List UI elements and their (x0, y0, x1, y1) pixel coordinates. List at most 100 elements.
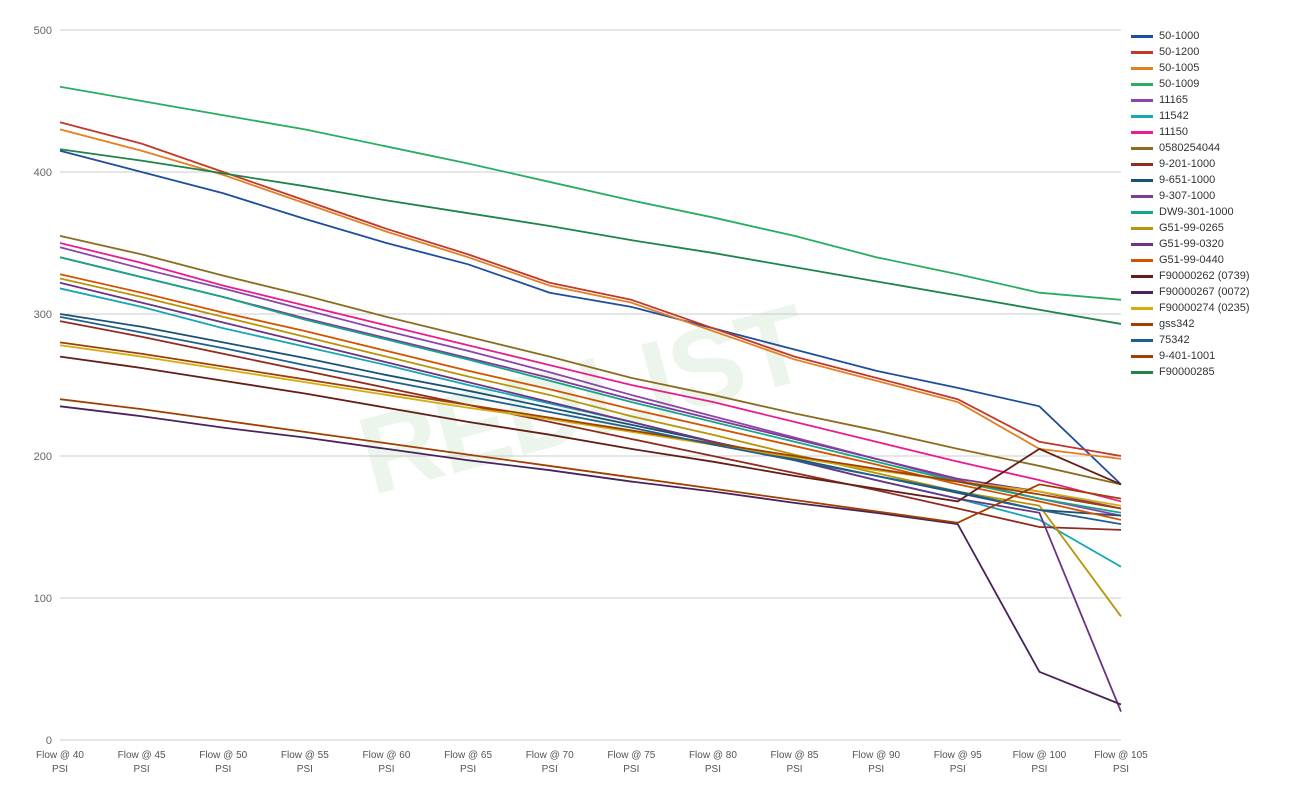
legend-label: F90000262 (0739) (1159, 270, 1250, 282)
legend-label: 50-1009 (1159, 78, 1199, 90)
legend-item: G51-99-0265 (1131, 222, 1286, 234)
legend-color (1131, 179, 1153, 182)
legend-color (1131, 243, 1153, 246)
svg-text:Flow @ 75: Flow @ 75 (607, 750, 655, 761)
svg-text:100: 100 (34, 593, 52, 605)
legend-item: 9-401-1001 (1131, 350, 1286, 362)
legend-label: F90000267 (0072) (1159, 286, 1250, 298)
svg-text:400: 400 (34, 167, 52, 179)
legend-color (1131, 259, 1153, 262)
legend-item: 9-201-1000 (1131, 158, 1286, 170)
svg-text:Flow @ 55: Flow @ 55 (281, 750, 329, 761)
legend-item: F90000274 (0235) (1131, 302, 1286, 314)
legend-label: 11150 (1159, 126, 1188, 138)
svg-text:300: 300 (34, 309, 52, 321)
legend-label: 50-1000 (1159, 30, 1199, 42)
svg-text:PSI: PSI (542, 764, 558, 775)
legend-color (1131, 339, 1153, 342)
svg-text:0: 0 (46, 735, 52, 747)
legend-item: 75342 (1131, 334, 1286, 346)
legend-item: gss342 (1131, 318, 1286, 330)
legend-item: G51-99-0440 (1131, 254, 1286, 266)
svg-text:PSI: PSI (950, 764, 966, 775)
legend-label: DW9-301-1000 (1159, 206, 1234, 218)
legend-label: 50-1005 (1159, 62, 1199, 74)
legend-label: 9-401-1001 (1159, 350, 1215, 362)
svg-text:200: 200 (34, 451, 52, 463)
legend-label: G51-99-0440 (1159, 254, 1224, 266)
svg-text:PSI: PSI (134, 764, 150, 775)
svg-text:PSI: PSI (460, 764, 476, 775)
svg-text:Flow @ 40: Flow @ 40 (36, 750, 84, 761)
svg-text:Flow @ 50: Flow @ 50 (199, 750, 247, 761)
legend-item: G51-99-0320 (1131, 238, 1286, 250)
legend-color (1131, 371, 1153, 374)
legend-label: G51-99-0320 (1159, 238, 1224, 250)
svg-text:Flow @ 95: Flow @ 95 (934, 750, 982, 761)
legend-color (1131, 131, 1153, 134)
legend-item: 0580254044 (1131, 142, 1286, 154)
legend-item: 11542 (1131, 110, 1286, 122)
legend-item: 50-1000 (1131, 30, 1286, 42)
legend-color (1131, 147, 1153, 150)
legend-label: 11165 (1159, 94, 1188, 106)
legend-color (1131, 291, 1153, 294)
legend-item: 50-1200 (1131, 46, 1286, 58)
svg-text:PSI: PSI (215, 764, 231, 775)
legend-item: F90000267 (0072) (1131, 286, 1286, 298)
legend-label: 75342 (1159, 334, 1190, 346)
svg-text:Flow @ 60: Flow @ 60 (362, 750, 410, 761)
legend-label: 0580254044 (1159, 142, 1220, 154)
chart-container: REDLIST 0100200300400500Flow @ 40PSIFlow… (0, 0, 1296, 800)
legend-item: 9-307-1000 (1131, 190, 1286, 202)
legend-color (1131, 211, 1153, 214)
svg-text:PSI: PSI (1113, 764, 1129, 775)
svg-text:Flow @ 70: Flow @ 70 (526, 750, 574, 761)
svg-text:PSI: PSI (786, 764, 802, 775)
legend-label: 50-1200 (1159, 46, 1199, 58)
svg-text:Flow @ 65: Flow @ 65 (444, 750, 492, 761)
legend-color (1131, 51, 1153, 54)
legend-color (1131, 83, 1153, 86)
svg-text:PSI: PSI (297, 764, 313, 775)
legend-color (1131, 227, 1153, 230)
svg-text:Flow @ 105: Flow @ 105 (1094, 750, 1148, 761)
legend-color (1131, 67, 1153, 70)
legend-item: 50-1005 (1131, 62, 1286, 74)
svg-text:PSI: PSI (1031, 764, 1047, 775)
svg-text:Flow @ 85: Flow @ 85 (771, 750, 819, 761)
legend-item: 9-651-1000 (1131, 174, 1286, 186)
legend-color (1131, 275, 1153, 278)
svg-text:PSI: PSI (52, 764, 68, 775)
legend-color (1131, 323, 1153, 326)
legend-color (1131, 195, 1153, 198)
legend-label: 9-307-1000 (1159, 190, 1215, 202)
legend-item: F90000262 (0739) (1131, 270, 1286, 282)
legend-label: gss342 (1159, 318, 1194, 330)
legend-item: DW9-301-1000 (1131, 206, 1286, 218)
svg-text:Flow @ 45: Flow @ 45 (118, 750, 166, 761)
legend-label: G51-99-0265 (1159, 222, 1224, 234)
svg-text:Flow @ 100: Flow @ 100 (1013, 750, 1067, 761)
svg-text:PSI: PSI (623, 764, 639, 775)
legend-color (1131, 35, 1153, 38)
legend-color (1131, 99, 1153, 102)
legend-color (1131, 355, 1153, 358)
svg-text:Flow @ 90: Flow @ 90 (852, 750, 900, 761)
svg-text:500: 500 (34, 25, 52, 37)
legend-color (1131, 307, 1153, 310)
legend-color (1131, 163, 1153, 166)
legend-item: 11150 (1131, 126, 1286, 138)
legend-label: 11542 (1159, 110, 1189, 122)
legend-item: 11165 (1131, 94, 1286, 106)
legend-color (1131, 115, 1153, 118)
legend-label: 9-201-1000 (1159, 158, 1215, 170)
legend-item: 50-1009 (1131, 78, 1286, 90)
legend-label: F90000274 (0235) (1159, 302, 1250, 314)
svg-text:PSI: PSI (868, 764, 884, 775)
chart-svg: 0 100 200 300 400 500 Flow @ 40 PSI Flow @ 45 PSI… (0, 0, 1296, 800)
svg-text:Flow @ 80: Flow @ 80 (689, 750, 737, 761)
svg-text:PSI: PSI (378, 764, 394, 775)
legend-container: 50-1000 50-1200 50-1005 50-1009 11165 11542 11… (1131, 30, 1286, 378)
legend-label: 9-651-1000 (1159, 174, 1215, 186)
